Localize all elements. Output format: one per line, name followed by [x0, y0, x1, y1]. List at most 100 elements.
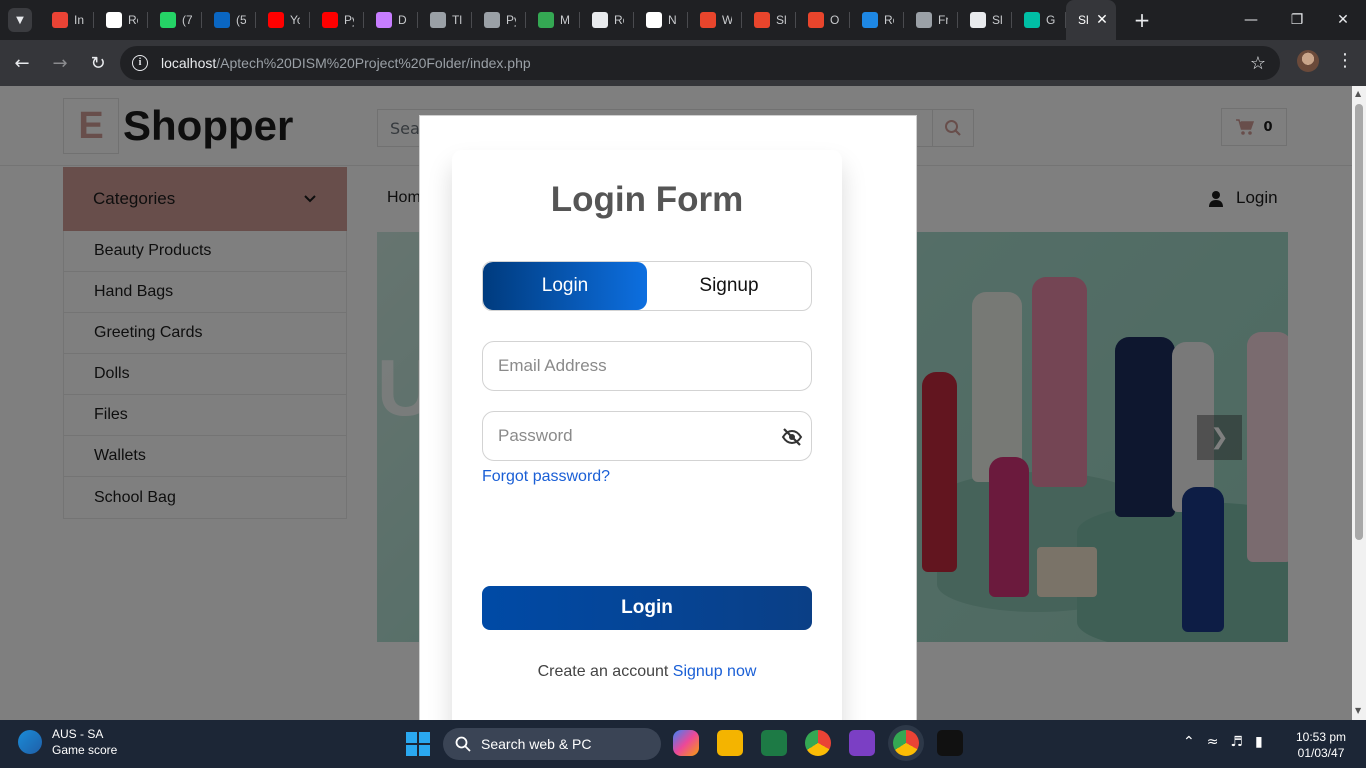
excel-icon[interactable] [761, 730, 787, 756]
battery-icon[interactable]: ▮ [1255, 734, 1263, 750]
taskbar-search-label: Search web & PC [481, 736, 592, 752]
reload-button[interactable]: ↻ [82, 47, 114, 79]
browser-tab[interactable]: W [688, 0, 742, 40]
tab-list: In Re (7 (5 Yo Py D Tl Py M Re N W Sl O Re Fr Sl G [40, 0, 1066, 40]
tab-search-button[interactable]: ▼ [8, 8, 32, 32]
tab-active[interactable]: Sl ✕ [1066, 0, 1116, 40]
system-tray: ⌃ ≈ ♬ ▮ [1183, 734, 1263, 750]
browser-tab[interactable]: O [796, 0, 850, 40]
browser-tab[interactable]: Re [580, 0, 634, 40]
email-field[interactable]: Email Address [482, 341, 812, 391]
tab-favicon-icon [808, 12, 824, 28]
scroll-down-icon[interactable]: ▼ [1355, 706, 1361, 715]
form-mode-toggle: Login Signup [482, 261, 812, 311]
browser-tab[interactable]: Py [472, 0, 526, 40]
tab-title: Fr [938, 13, 948, 27]
password-placeholder: Password [498, 426, 573, 445]
url-path: /Aptech%20DISM%20Project%20Folder/index.… [216, 55, 531, 71]
back-button[interactable]: ← [6, 47, 38, 79]
close-tab-icon[interactable]: ✕ [1094, 12, 1110, 28]
clock-date: 01/03/47 [1297, 746, 1345, 760]
tab-title: In [74, 13, 84, 27]
volume-icon[interactable]: ♬ [1230, 734, 1243, 750]
clock[interactable]: 10:53 pm 01/03/47 [1296, 729, 1346, 761]
chrome-profile-icon[interactable] [893, 730, 919, 756]
browser-tab[interactable]: Fr [904, 0, 958, 40]
tab-title: Yo [290, 13, 300, 27]
forgot-password-link[interactable]: Forgot password? [482, 468, 610, 486]
web-page: E Shopper Sea 0 Categories Beauty Produc… [0, 86, 1366, 720]
visual-studio-icon[interactable] [849, 730, 875, 756]
page-scrollbar[interactable]: ▲ ▼ [1352, 86, 1366, 720]
eye-slash-icon[interactable] [781, 427, 803, 447]
toolbar: ← → ↻ i localhost/Aptech%20DISM%20Projec… [0, 40, 1366, 86]
tab-favicon-icon [592, 12, 608, 28]
browser-tab[interactable]: Tl [418, 0, 472, 40]
wifi-icon[interactable]: ≈ [1207, 734, 1219, 750]
weather-widget[interactable]: AUS - SA Game score [18, 726, 117, 758]
password-field[interactable]: Password [482, 411, 812, 461]
scroll-up-icon[interactable]: ▲ [1355, 89, 1361, 98]
tab-strip: ▼ InRe(7(5YoPyDTlPyMReNWSlOReFrSlG Sl ✕ … [0, 0, 1366, 40]
tab-signup[interactable]: Signup [647, 262, 811, 310]
chevron-up-icon[interactable]: ⌃ [1183, 734, 1195, 750]
tab-title: D [398, 13, 407, 27]
browser-tab[interactable]: Py [310, 0, 364, 40]
taskbar-search[interactable]: Search web & PC [443, 728, 661, 760]
forward-button[interactable]: → [44, 47, 76, 79]
search-icon [455, 736, 471, 752]
tab-favicon-icon [862, 12, 878, 28]
browser-tab[interactable]: Re [94, 0, 148, 40]
restore-button[interactable]: ❐ [1274, 0, 1320, 40]
new-tab-button[interactable]: + [1128, 6, 1156, 34]
browser-tab[interactable]: In [40, 0, 94, 40]
login-card: Login Form Login Signup Email Address Pa… [452, 150, 842, 720]
tab-favicon-icon [700, 12, 716, 28]
start-button[interactable] [406, 732, 430, 756]
app-icon[interactable] [937, 730, 963, 756]
site-info-icon[interactable]: i [132, 55, 148, 71]
browser-tab[interactable]: M [526, 0, 580, 40]
copilot-icon[interactable] [673, 730, 699, 756]
cricket-icon [18, 730, 42, 754]
browser-tab[interactable]: (5 [202, 0, 256, 40]
minimize-button[interactable]: — [1228, 0, 1274, 40]
close-window-button[interactable]: ✕ [1320, 0, 1366, 40]
browser-tab[interactable]: Sl [742, 0, 796, 40]
file-explorer-icon[interactable] [717, 730, 743, 756]
login-submit-button[interactable]: Login [482, 586, 812, 630]
tab-title: Re [884, 13, 894, 27]
bookmark-star-icon[interactable]: ☆ [1250, 53, 1266, 74]
tab-favicon-icon [214, 12, 230, 28]
widget-text: AUS - SA Game score [52, 726, 117, 758]
profile-avatar[interactable] [1297, 50, 1319, 72]
browser-tab[interactable]: Sl [958, 0, 1012, 40]
browser-tab[interactable]: G [1012, 0, 1066, 40]
browser-menu-icon[interactable]: ⋮ [1336, 50, 1354, 71]
login-modal: Login Form Login Signup Email Address Pa… [419, 115, 917, 720]
browser-tab[interactable]: (7 [148, 0, 202, 40]
signup-prompt: Create an account Signup now [452, 663, 842, 681]
tab-favicon-icon [970, 12, 986, 28]
signup-now-link[interactable]: Signup now [673, 663, 757, 680]
chrome-icon[interactable] [805, 730, 831, 756]
tab-favicon-icon [538, 12, 554, 28]
scrollbar-thumb[interactable] [1355, 104, 1363, 540]
tab-favicon-icon [430, 12, 446, 28]
tab-favicon-icon [916, 12, 932, 28]
tab-login[interactable]: Login [483, 262, 647, 310]
tab-favicon-icon [646, 12, 662, 28]
address-bar[interactable]: i localhost/Aptech%20DISM%20Project%20Fo… [120, 46, 1280, 80]
tab-favicon-icon [484, 12, 500, 28]
tab-title: N [668, 13, 677, 27]
browser-tab[interactable]: Yo [256, 0, 310, 40]
browser-tab[interactable]: D [364, 0, 418, 40]
window-controls: — ❐ ✕ [1228, 0, 1366, 40]
tab-favicon-icon [322, 12, 338, 28]
browser-tab[interactable]: N [634, 0, 688, 40]
tab-active-title: Sl [1078, 13, 1089, 27]
browser-tab[interactable]: Re [850, 0, 904, 40]
url-host: localhost [161, 55, 217, 71]
tab-favicon-icon [376, 12, 392, 28]
tab-favicon-icon [1024, 12, 1040, 28]
